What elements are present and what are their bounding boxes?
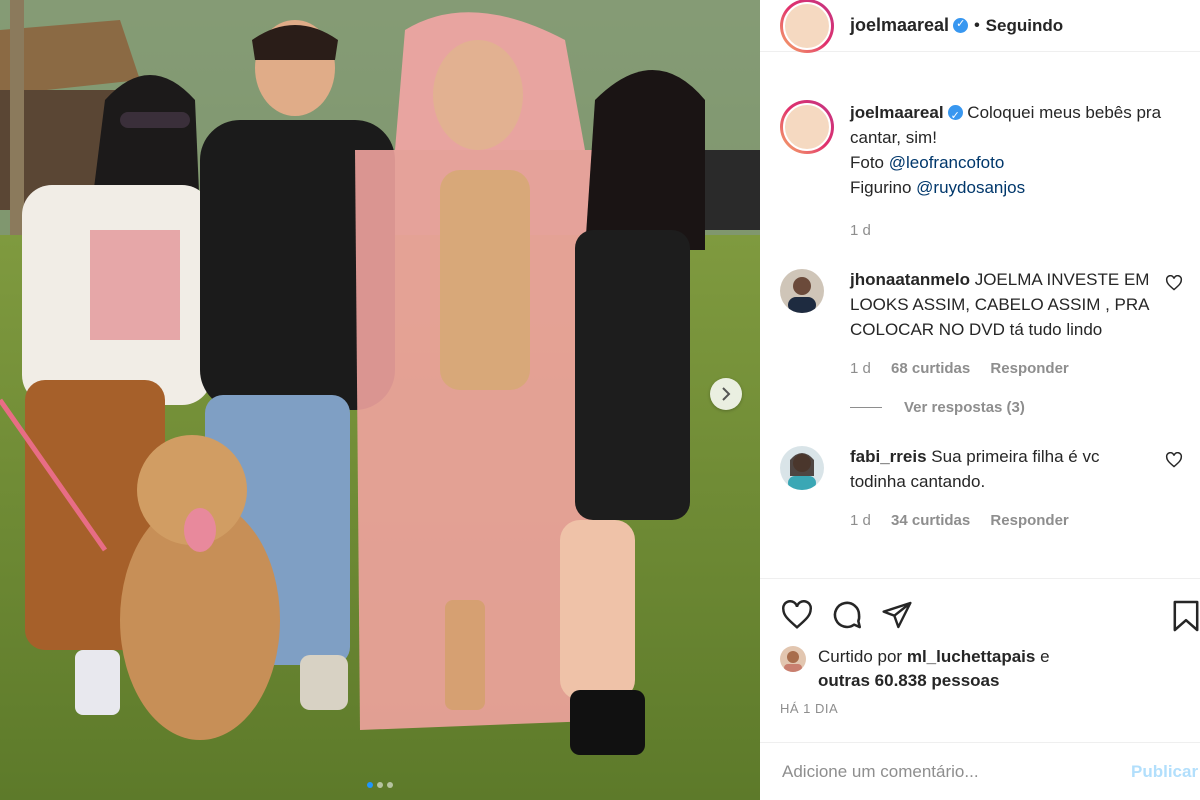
carousel-dot xyxy=(387,782,393,788)
chevron-right-icon xyxy=(722,387,731,401)
carousel-dot xyxy=(377,782,383,788)
commenter-avatar[interactable] xyxy=(780,446,824,490)
comment-time: 1 d xyxy=(850,360,871,377)
liked-by-others[interactable]: outras 60.838 pessoas xyxy=(818,671,999,690)
comment-username[interactable]: fabi_rreis xyxy=(850,447,927,466)
post-side-panel: joelmaareal • Seguindo joelmaareal Coloq… xyxy=(760,0,1200,800)
caption-time: 1 d xyxy=(850,222,871,239)
liked-by-user[interactable]: ml_luchettapais xyxy=(907,647,1036,666)
carousel-dots xyxy=(0,782,760,788)
comment-likes[interactable]: 34 curtidas xyxy=(891,512,970,529)
comment-item: fabi_rreis Sua primeira filha é vc todin… xyxy=(760,444,1200,533)
liker-avatar[interactable] xyxy=(780,646,806,672)
liked-by-suffix: e xyxy=(1040,647,1050,666)
header-separator: • xyxy=(974,16,980,34)
verified-icon xyxy=(953,17,969,33)
costume-credit-link[interactable]: @ruydosanjos xyxy=(916,178,1025,197)
heart-icon[interactable] xyxy=(780,600,814,630)
comments-list[interactable]: joelmaareal Coloquei meus bebês pra cant… xyxy=(760,100,1200,576)
comment-likes[interactable]: 68 curtidas xyxy=(891,360,970,377)
verified-icon xyxy=(947,104,963,129)
view-replies-label: Ver respostas (3) xyxy=(904,399,1025,416)
comment-item: jhonaatanmelo JOELMA INVESTE EM LOOKS AS… xyxy=(760,267,1200,381)
comment-icon[interactable] xyxy=(830,598,864,632)
replies-divider xyxy=(850,407,882,408)
comment-input[interactable] xyxy=(782,761,1112,782)
photo-illustration xyxy=(0,0,760,800)
post-timestamp[interactable]: HÁ 1 DIA xyxy=(780,701,1200,716)
likes-summary: Curtido por ml_luchettapais e outras 60.… xyxy=(780,645,1200,693)
post-caption: joelmaareal Coloquei meus bebês pra cant… xyxy=(760,100,1200,243)
reply-button[interactable]: Responder xyxy=(990,360,1068,377)
author-username[interactable]: joelmaareal xyxy=(850,15,949,36)
costume-credit-label: Figurino xyxy=(850,178,912,197)
commenter-avatar[interactable] xyxy=(780,269,824,313)
carousel-dot xyxy=(367,782,373,788)
following-button[interactable]: Seguindo xyxy=(986,16,1063,36)
post-header: joelmaareal • Seguindo xyxy=(760,0,1200,53)
bookmark-icon[interactable] xyxy=(1172,599,1200,633)
photo-credit-link[interactable]: @leofrancofoto xyxy=(889,153,1005,172)
comment-like-heart-icon[interactable] xyxy=(1165,275,1183,291)
photo-credit-label: Foto xyxy=(850,153,885,172)
caption-avatar[interactable] xyxy=(780,100,834,154)
post-actions: Curtido por ml_luchettapais e outras 60.… xyxy=(760,578,1200,716)
add-comment-bar: Publicar xyxy=(760,742,1200,800)
comment-like-heart-icon[interactable] xyxy=(1165,452,1183,468)
carousel-next-button[interactable] xyxy=(710,378,742,410)
liked-by-prefix: Curtido por xyxy=(818,647,903,666)
publish-button[interactable]: Publicar xyxy=(1131,762,1198,782)
post-photo[interactable] xyxy=(0,0,760,800)
share-icon[interactable] xyxy=(880,599,914,631)
view-replies-button[interactable]: Ver respostas (3) xyxy=(850,399,1200,416)
reply-button[interactable]: Responder xyxy=(990,512,1068,529)
caption-username[interactable]: joelmaareal xyxy=(850,103,944,122)
author-avatar[interactable] xyxy=(780,0,834,53)
comment-username[interactable]: jhonaatanmelo xyxy=(850,270,970,289)
comment-time: 1 d xyxy=(850,512,871,529)
